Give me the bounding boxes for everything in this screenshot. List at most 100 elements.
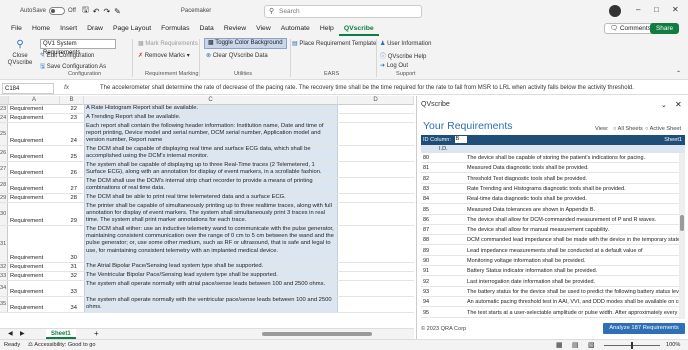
logout-button[interactable]: ➜ Log Out [380,62,408,69]
formula-input[interactable]: The accelerometer shall determine the ra… [100,85,634,91]
cell-requirement-text[interactable]: The DCM shall be able to print real time… [84,194,338,202]
cell-requirement-text[interactable]: The system shall operate normally with a… [84,281,338,296]
cell-type[interactable]: Requirement [10,289,43,295]
zoom-thumb[interactable] [631,342,633,349]
cell-id[interactable]: 22 [60,106,77,112]
cell-requirement-text[interactable]: The DCM shall use the DCM's internal str… [84,178,338,193]
edit-configuration-button[interactable]: ✎ Edit Configuration [40,52,94,59]
cell-type[interactable]: Requirement [10,186,43,192]
requirement-list-item[interactable]: 92 Last interrogation date information sh… [421,277,679,287]
cell-id[interactable]: 31 [60,264,77,270]
requirement-list-item[interactable]: 88 DCM commanded lead impedance shall be … [421,235,679,246]
search-input[interactable]: ⚲ Search [264,5,422,18]
accessibility-status[interactable]: ⚖ Accessibility: Good to go [28,342,96,348]
horizontal-scrollbar[interactable] [262,332,372,336]
menu-qvscribe[interactable]: QVscribe [338,22,379,36]
toggle-color-background-button[interactable]: ▩ Toggle Color Background [204,38,287,49]
requirement-list-item[interactable]: 93 The battery status for the device shal… [421,287,679,297]
prev-sheet-icon[interactable]: ◀ [8,330,13,337]
radio-all-sheets[interactable]: ○ All Sheets [613,126,643,132]
comments-button[interactable]: 🗨 Comments [604,23,657,34]
column-header-b[interactable]: B [60,96,84,105]
row-number[interactable]: 27 [0,162,8,177]
row-number[interactable]: 32 [0,263,8,271]
row-number[interactable]: 30 [0,203,8,225]
cell-requirement-text[interactable]: The DCM shall either: use an inductive t… [84,226,338,262]
row-number[interactable]: 25 [0,123,8,145]
normal-view-icon[interactable]: ▦ [556,341,563,349]
collapse-ribbon-icon[interactable]: ⌃ [676,70,681,77]
requirement-list-item[interactable]: 83 Rate Trending and Histograms diagnosti… [421,184,679,194]
share-button[interactable]: Share [650,23,680,34]
pane-options-icon[interactable]: ⌄ [661,101,667,109]
zoom-slider[interactable] [604,342,660,349]
requirement-list-item[interactable]: 84 Real-time data diagnostic tools shall … [421,194,679,205]
row-number[interactable]: 26 [0,146,8,161]
autosave-toggle[interactable] [49,7,66,15]
minimize-icon[interactable]: – [636,5,640,14]
column-header-a[interactable]: A [9,96,60,105]
cell-id[interactable]: 33 [60,289,77,295]
document-select[interactable]: QV1 System Requirements [40,39,116,56]
cell-id[interactable]: 28 [60,195,77,201]
cell-id[interactable]: 23 [60,115,77,121]
page-layout-view-icon[interactable]: ▤ [572,341,579,349]
save-icon[interactable]: 🖫 [82,4,89,18]
cell-id[interactable]: 24 [60,138,77,144]
cell-type[interactable]: Requirement [10,195,43,201]
requirement-list-item[interactable]: 80 The device shall be capable of storing… [421,153,679,163]
cell-id[interactable]: 25 [60,154,77,160]
cell-requirement-text[interactable]: The printer shall be capable of simultan… [84,203,338,225]
redo-icon[interactable]: ↷ [103,7,110,16]
requirement-list-item[interactable]: 90 Monitoring voltage information shall b… [421,256,679,266]
column-header-d[interactable]: D [338,96,414,105]
menu-help[interactable]: Help [315,22,339,36]
name-box[interactable]: C184 [2,83,54,94]
cell-id[interactable]: 30 [60,255,77,261]
zoom-level[interactable]: 100% [666,342,680,348]
row-number[interactable]: 29 [0,194,8,202]
row-number[interactable]: 23 [0,105,8,113]
cell-type[interactable]: Requirement [10,264,43,270]
mark-requirements-button[interactable]: ▦ Mark Requirements [138,40,198,47]
fx-label[interactable]: fx [64,84,69,91]
requirement-list-item[interactable]: 87 The device shall allow for manual meas… [421,225,679,236]
user-information-button[interactable]: ♟ User Information [380,40,431,47]
sheet-tab-sheet1[interactable]: Sheet1 [46,329,76,339]
menu-home[interactable]: Home [27,22,55,36]
cell-requirement-text[interactable]: A Rate Histogram Report shall be availab… [84,105,338,113]
row-number[interactable]: 33 [0,272,8,280]
maximize-icon[interactable]: □ [654,5,659,14]
menu-insert[interactable]: Insert [55,22,82,36]
cell-requirement-text[interactable]: The DCM shall be capable of displaying r… [84,146,338,161]
cell-type[interactable]: Requirement [10,273,43,279]
cell-requirement-text[interactable]: The Ventricular Bipolar Pace/Sensing lea… [84,272,338,280]
cell-id[interactable]: 29 [60,218,77,224]
avatar[interactable] [609,5,621,17]
pane-close-icon[interactable]: ✕ [675,100,682,109]
requirement-list-item[interactable]: 86 The device shall allow for DCM-command… [421,215,679,225]
cell-type[interactable]: Requirement [10,115,43,121]
cell-type[interactable]: Requirement [10,154,43,160]
qvscribe-help-button[interactable]: ⓘ QVscribe Help [380,51,426,60]
row-number[interactable]: 34 [0,281,8,296]
cell-type[interactable]: Requirement [10,106,43,112]
requirement-list-item[interactable]: 94 An automatic pacing threshold test in … [421,297,679,308]
cell-requirement-text[interactable]: A Trending Report shall be available. [84,114,338,122]
requirement-list-item[interactable]: 85 Measured Data tolerances are shown in … [421,205,679,215]
row-number[interactable]: 24 [0,114,8,122]
row-number[interactable]: 35 [0,297,8,312]
row-number[interactable]: 31 [0,226,8,262]
cell-type[interactable]: Requirement [10,170,43,176]
cell-type[interactable]: Requirement [10,305,43,311]
menu-file[interactable]: File [6,22,27,36]
id-column-select[interactable]: B [454,136,467,144]
cell-type[interactable]: Requirement [10,255,43,261]
cell-id[interactable]: 27 [60,186,77,192]
menu-view[interactable]: View [251,22,276,36]
menu-data[interactable]: Data [194,22,218,36]
close-qvscribe-button[interactable]: Close QVscribe [4,53,36,66]
row-number[interactable]: 28 [0,178,8,193]
radio-active-sheet[interactable]: ○ Active Sheet [645,126,681,132]
pen-icon[interactable]: ✎ [114,7,121,16]
